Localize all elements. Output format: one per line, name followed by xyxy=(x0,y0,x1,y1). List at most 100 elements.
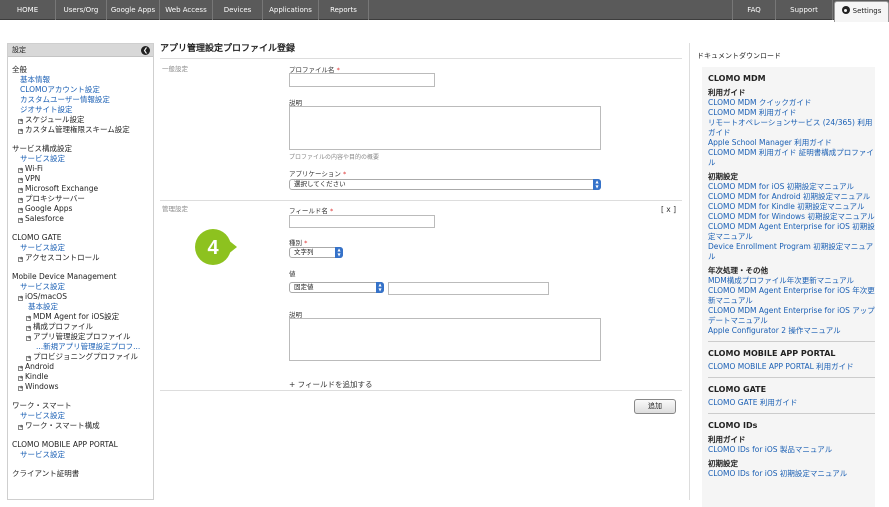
sidebar-item[interactable]: + VPN xyxy=(12,174,153,184)
type-select[interactable]: 文字列 ▲ ▼ xyxy=(289,247,343,258)
expand-icon[interactable]: + xyxy=(18,129,23,134)
sidebar-item[interactable]: サービス設定 xyxy=(12,282,153,292)
sidebar-item[interactable]: サービス設定 xyxy=(12,243,153,253)
sidebar-item-label: Android xyxy=(25,362,54,371)
sidebar-item[interactable]: 基本設定 xyxy=(12,302,153,312)
docs-link[interactable]: CLOMO MDM for Windows 初期設定マニュアル xyxy=(708,212,875,222)
top-navigation-bar: HOME Users/Org Google Apps Web Access De… xyxy=(0,0,889,22)
docs-link[interactable]: CLOMO MDM for Kindle 初期設定マニュアル xyxy=(708,202,875,212)
field-name-input[interactable] xyxy=(289,215,435,228)
sidebar-item-label: プロビジョニングプロファイル xyxy=(33,352,138,361)
nav-web-access[interactable]: Web Access xyxy=(160,0,213,20)
sidebar-item[interactable]: + アプリ管理設定プロファイル xyxy=(12,332,153,342)
sidebar-item[interactable]: + カスタム管理権限スキーム設定 xyxy=(12,125,153,135)
nav-devices[interactable]: Devices xyxy=(213,0,263,20)
expand-icon[interactable]: + xyxy=(18,208,23,213)
sidebar-item[interactable]: + Kindle xyxy=(12,372,153,382)
expand-icon[interactable]: + xyxy=(18,376,23,381)
sidebar-item[interactable]: サービス設定 xyxy=(12,154,153,164)
docs-link[interactable]: CLOMO GATE 利用ガイド xyxy=(708,398,875,408)
sidebar-item-label: サービス設定 xyxy=(20,411,65,420)
sidebar-item-label: Salesforce xyxy=(25,214,64,223)
sidebar-item[interactable]: + アクセスコントロール xyxy=(12,253,153,263)
sidebar-item-label: プロキシサーバー xyxy=(25,194,85,203)
sidebar-item[interactable]: + Google Apps xyxy=(12,204,153,214)
sidebar-item[interactable]: 基本情報 xyxy=(12,75,153,85)
sidebar-item[interactable]: CLOMOアカウント設定 xyxy=(12,85,153,95)
nav-users-org[interactable]: Users/Org xyxy=(56,0,107,20)
nav-support[interactable]: Support xyxy=(776,0,833,20)
expand-icon[interactable]: + xyxy=(26,326,31,331)
docs-link[interactable]: Apple Configurator 2 操作マニュアル xyxy=(708,326,875,336)
field-name-label: フィールド名 * xyxy=(289,205,333,215)
nav-applications[interactable]: Applications xyxy=(263,0,319,20)
nav-faq[interactable]: FAQ xyxy=(732,0,776,20)
value-type-select[interactable]: 固定値 ▲ ▼ xyxy=(289,282,384,293)
nav-reports[interactable]: Reports xyxy=(319,0,369,20)
sidebar-item[interactable]: + スケジュール設定 xyxy=(12,115,153,125)
collapse-sidebar-icon[interactable]: ❮ xyxy=(141,46,150,55)
nav-home[interactable]: HOME xyxy=(0,0,56,20)
expand-icon[interactable]: + xyxy=(18,257,23,262)
expand-icon[interactable]: + xyxy=(26,316,31,321)
docs-link[interactable]: CLOMO MDM Agent Enterprise for iOS アップデー… xyxy=(708,306,875,326)
docs-link[interactable]: CLOMO MDM for iOS 初期設定マニュアル xyxy=(708,182,875,192)
expand-icon[interactable]: + xyxy=(26,356,31,361)
docs-link[interactable]: Apple School Manager 利用ガイド xyxy=(708,138,875,148)
expand-icon[interactable]: + xyxy=(18,119,23,124)
expand-icon[interactable]: + xyxy=(18,188,23,193)
expand-icon[interactable]: + xyxy=(18,425,23,430)
docs-link[interactable]: CLOMO MDM Agent Enterprise for iOS 年次更新マ… xyxy=(708,286,875,306)
nav-settings[interactable]: Settings xyxy=(834,1,889,22)
docs-link[interactable]: MDM構成プロファイル年次更新マニュアル xyxy=(708,276,875,286)
docs-link[interactable]: CLOMO IDs for iOS 初期設定マニュアル xyxy=(708,469,875,479)
add-button[interactable]: 追加 xyxy=(634,399,676,414)
sidebar-item[interactable]: + Microsoft Exchange xyxy=(12,184,153,194)
docs-link[interactable]: CLOMO MDM 利用ガイド 証明書構成プロファイル xyxy=(708,148,875,168)
description-textarea[interactable] xyxy=(289,106,601,150)
sidebar-item-label: カスタム管理権限スキーム設定 xyxy=(25,125,130,134)
management-description-textarea[interactable] xyxy=(289,318,601,361)
docs-link[interactable]: CLOMO MOBILE APP PORTAL 利用ガイド xyxy=(708,362,875,372)
expand-icon[interactable]: + xyxy=(18,296,23,301)
required-mark: * xyxy=(342,170,347,178)
sidebar-item[interactable]: + Wi-Fi xyxy=(12,164,153,174)
docs-link[interactable]: Device Enrollment Program 初期設定マニュアル xyxy=(708,242,875,262)
sidebar-item[interactable]: + MDM Agent for iOS設定 xyxy=(12,312,153,322)
docs-link[interactable]: CLOMO MDM Agent Enterprise for iOS 初期設定マ… xyxy=(708,222,875,242)
sidebar-item[interactable]: + 構成プロファイル xyxy=(12,322,153,332)
expand-icon[interactable]: + xyxy=(18,198,23,203)
profile-name-input[interactable] xyxy=(289,73,435,87)
nav-settings-label: Settings xyxy=(852,7,882,15)
sidebar-item[interactable]: サービス設定 xyxy=(12,450,153,460)
management-section-label: 管理設定 xyxy=(162,205,188,213)
sidebar-item[interactable]: + プロキシサーバー xyxy=(12,194,153,204)
docs-link[interactable]: CLOMO IDs for iOS 製品マニュアル xyxy=(708,445,875,455)
sidebar-header: 設定 ❮ xyxy=(8,44,153,57)
sidebar-item[interactable]: + Windows xyxy=(12,382,153,392)
sidebar-item[interactable]: ...新規アプリ管理設定プロフ... xyxy=(12,342,153,352)
docs-link[interactable]: CLOMO MDM 利用ガイド xyxy=(708,108,875,118)
docs-link[interactable]: CLOMO MDM for Android 初期設定マニュアル xyxy=(708,192,875,202)
expand-icon[interactable]: + xyxy=(18,178,23,183)
sidebar-item[interactable]: ジオサイト設定 xyxy=(12,105,153,115)
expand-icon[interactable]: + xyxy=(26,336,31,341)
sidebar-item[interactable]: + Salesforce xyxy=(12,214,153,224)
expand-icon[interactable]: + xyxy=(18,168,23,173)
sidebar-item[interactable]: カスタムユーザー情報設定 xyxy=(12,95,153,105)
add-field-link[interactable]: + フィールドを追加する xyxy=(289,379,373,390)
sidebar-item[interactable]: + プロビジョニングプロファイル xyxy=(12,352,153,362)
docs-link[interactable]: CLOMO MDM クイックガイド xyxy=(708,98,875,108)
sidebar-item[interactable]: + iOS/macOS xyxy=(12,292,153,302)
expand-icon[interactable]: + xyxy=(18,386,23,391)
sidebar-item[interactable]: + Android xyxy=(12,362,153,372)
expand-icon[interactable]: + xyxy=(18,218,23,223)
expand-icon[interactable]: + xyxy=(18,366,23,371)
docs-link[interactable]: リモートオペレーションサービス (24/365) 利用ガイド xyxy=(708,118,875,138)
value-input[interactable] xyxy=(388,282,549,295)
nav-google-apps[interactable]: Google Apps xyxy=(107,0,160,20)
remove-field-link[interactable]: [ x ] xyxy=(661,205,676,214)
sidebar-item[interactable]: サービス設定 xyxy=(12,411,153,421)
sidebar-item[interactable]: + ワーク・スマート構成 xyxy=(12,421,153,431)
application-select[interactable]: 選択してください ▲ ▼ xyxy=(289,179,601,190)
